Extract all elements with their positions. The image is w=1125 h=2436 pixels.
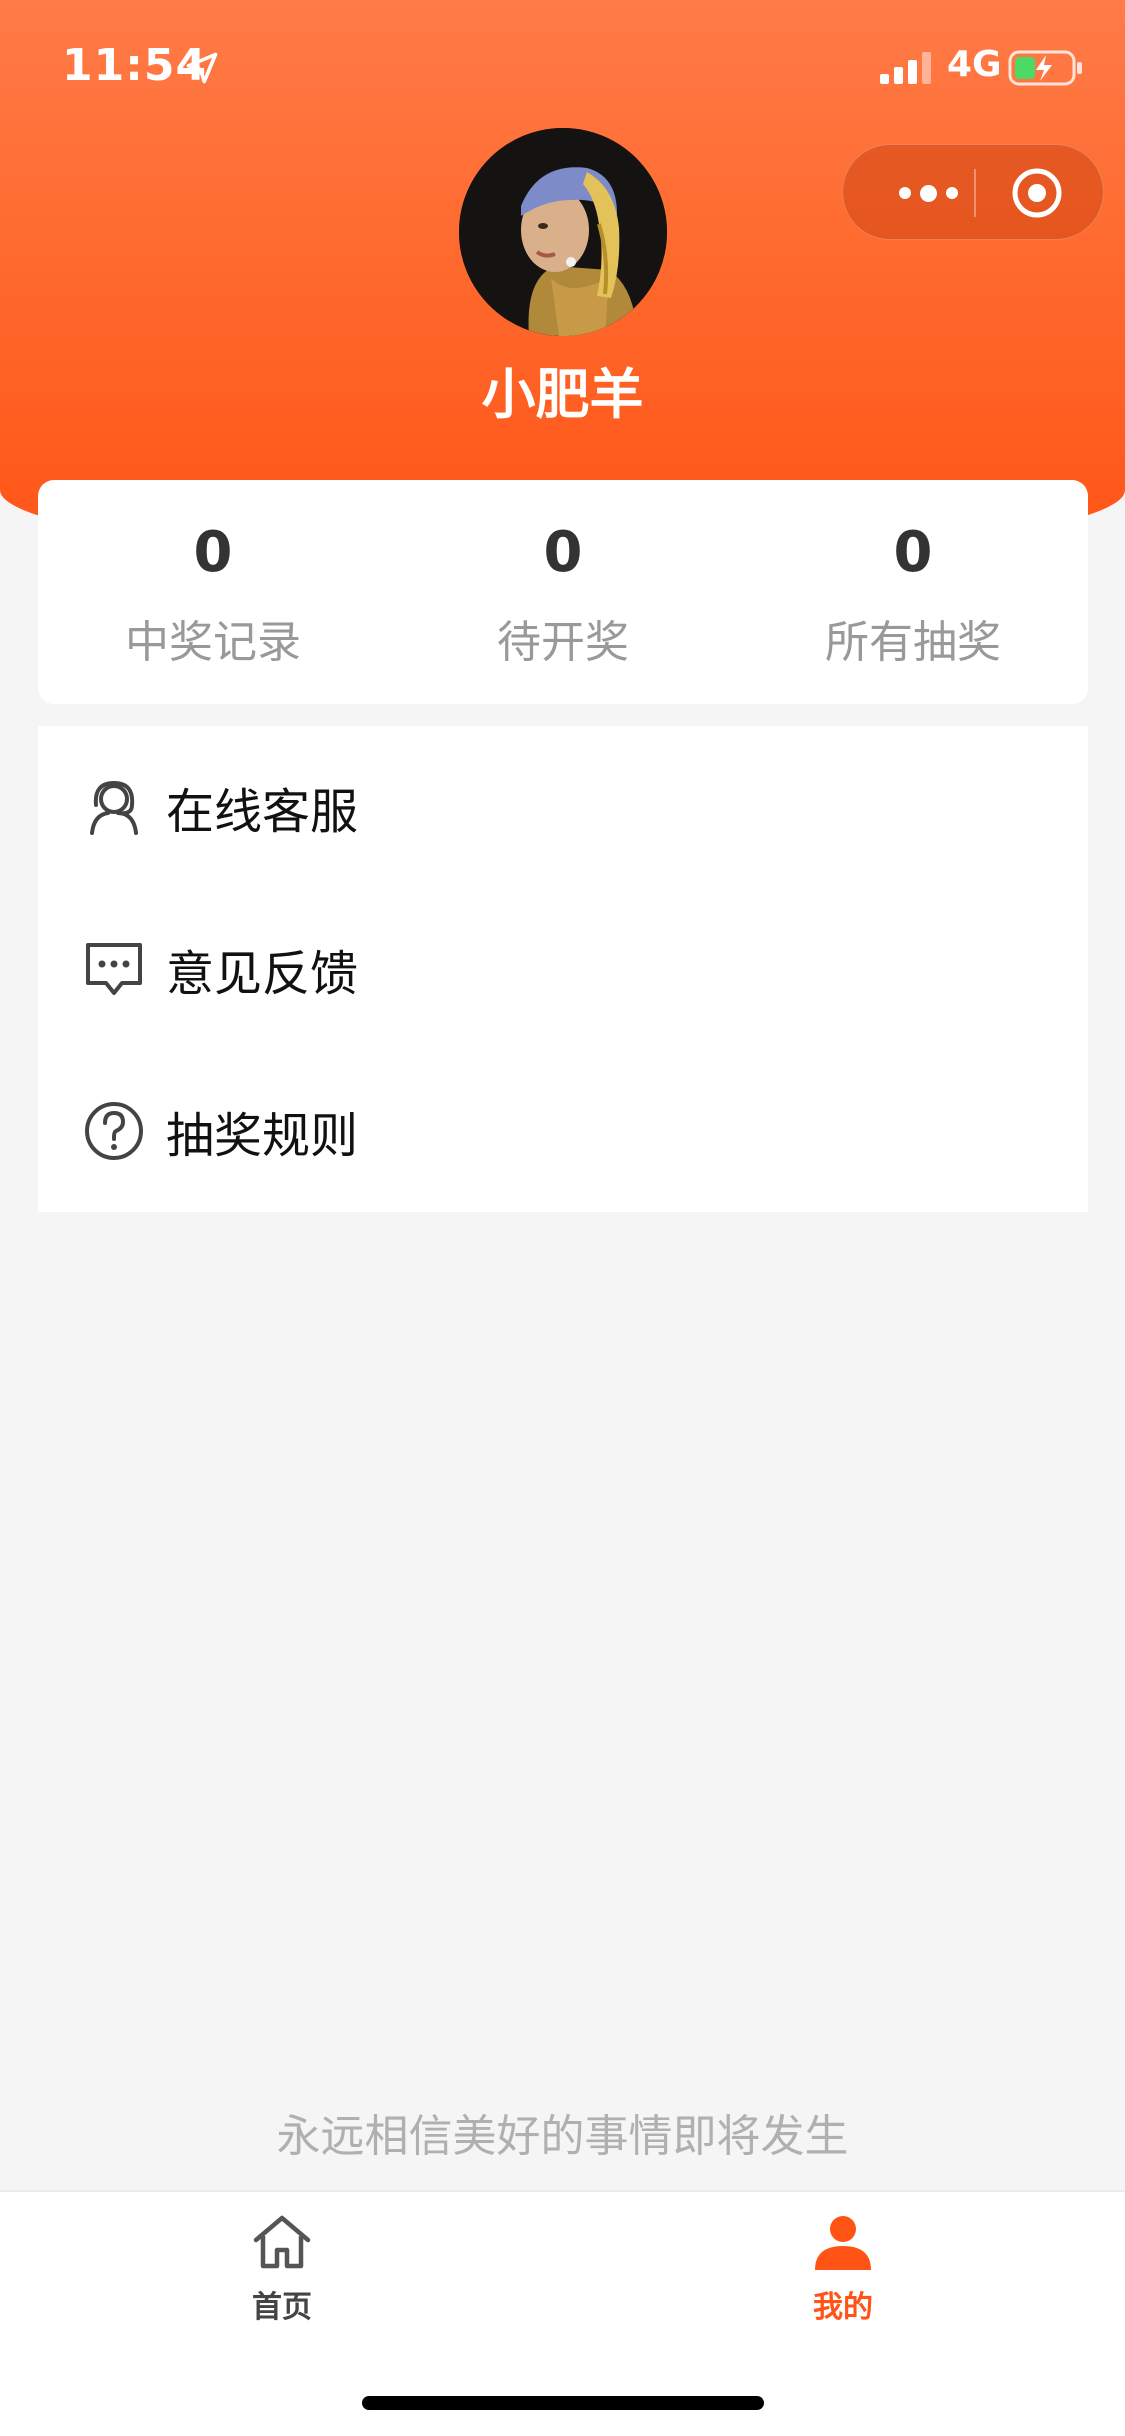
- more-dots-icon[interactable]: [883, 145, 973, 241]
- stat-label: 中奖记录: [125, 617, 301, 668]
- capsule-divider: [974, 169, 976, 217]
- tab-label: 首页: [252, 2290, 312, 2325]
- tab-mine[interactable]: 我的: [743, 2210, 943, 2326]
- tab-label: 我的: [813, 2290, 873, 2325]
- stat-label: 所有抽奖: [825, 617, 1001, 668]
- username: 小肥羊: [481, 363, 644, 426]
- target-close-icon[interactable]: [1009, 165, 1065, 221]
- network-type: 4G: [947, 44, 1002, 85]
- menu-label: 在线客服: [166, 784, 359, 840]
- tab-home[interactable]: 首页: [182, 2210, 382, 2326]
- slogan-text: 永远相信美好的事情即将发生: [276, 2111, 849, 2162]
- stat-value: 0: [543, 520, 583, 585]
- battery-charging-icon: [1008, 50, 1082, 86]
- menu-item-feedback[interactable]: 意见反馈: [38, 888, 1088, 1050]
- stat-label: 待开奖: [497, 617, 629, 668]
- stat-winning-records[interactable]: 0 中奖记录: [38, 480, 388, 704]
- avatar[interactable]: [459, 128, 667, 336]
- menu-item-customer-service[interactable]: 在线客服: [38, 726, 1088, 888]
- avatar-image: [459, 128, 667, 336]
- stat-pending-draws[interactable]: 0 待开奖: [388, 480, 738, 704]
- profile-page: 11:54 4G 小肥羊 0 中奖记录 0 待开奖 0 所有抽奖 在线客服 意见…: [0, 0, 1125, 2436]
- stats-card: 0 中奖记录 0 待开奖 0 所有抽奖: [38, 480, 1088, 704]
- home-indicator: [362, 2396, 764, 2410]
- stat-all-draws[interactable]: 0 所有抽奖: [738, 480, 1088, 704]
- user-profile-icon: [815, 2216, 871, 2270]
- signal-strength-icon: [880, 52, 931, 84]
- question-circle-icon: [85, 1102, 143, 1160]
- location-arrow-icon: [186, 52, 218, 84]
- menu-label: 意见反馈: [166, 946, 359, 1002]
- stat-value: 0: [193, 520, 233, 585]
- menu-list: 在线客服 意见反馈 抽奖规则: [38, 726, 1088, 1212]
- menu-item-lottery-rules[interactable]: 抽奖规则: [38, 1050, 1088, 1212]
- home-icon: [253, 2215, 311, 2269]
- customer-service-icon: [90, 780, 138, 835]
- stat-value: 0: [893, 520, 933, 585]
- menu-label: 抽奖规则: [166, 1108, 359, 1164]
- feedback-chat-icon: [86, 943, 142, 995]
- status-bar: 11:54 4G: [0, 0, 1125, 132]
- miniprogram-capsule: [842, 144, 1104, 240]
